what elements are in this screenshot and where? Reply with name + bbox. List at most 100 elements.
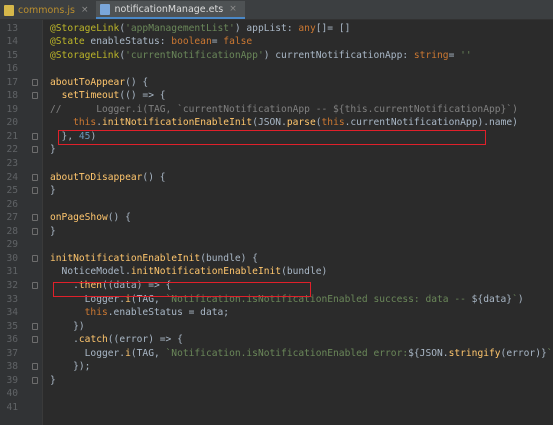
code-text: @State enableStatus: boolean= false [50,35,252,49]
code-token: . [50,279,79,291]
code-token: (error)} [500,347,547,359]
line-number: 38 [6,361,18,373]
code-token: onPageShow [50,212,108,224]
code-editor[interactable]: 13 @StorageLink('appManagementList') appL… [0,20,553,425]
code-text: .catch((error) => { [50,333,183,347]
code-token: setTimeout [61,90,120,102]
fold-marker-icon[interactable] [32,322,38,330]
fold-marker-icon[interactable] [32,376,38,384]
code-token: parse [286,117,316,129]
editor-tab-bar: commons.js × notificationManage.ets × [0,0,553,20]
code-token: .enableStatus = data; [107,307,230,319]
code-token: @StorageLink [50,22,120,34]
code-token: (TAG, [130,293,166,305]
code-token: initNotificationEnableInit [102,117,253,129]
code-token: string [413,49,449,61]
code-line: 29 [0,238,553,252]
line-number: 13 [6,22,18,34]
code-token: initNotificationEnableInit [130,266,282,278]
line-number: 25 [6,185,18,197]
tab-commons-js[interactable]: commons.js × [0,1,96,19]
code-token: enableStatus: [84,36,172,48]
tab-notification-manage[interactable]: notificationManage.ets × [96,1,245,19]
code-token: // Logger.i(TAG, `currentNotificationApp… [50,103,518,115]
code-token: NoticeModel. [50,266,131,278]
line-number: 30 [6,252,18,264]
code-line: 16 [0,62,553,76]
code-line: 26 [0,198,553,212]
code-token: () { [107,212,131,224]
code-token: = [448,49,461,61]
code-token: } [50,185,56,197]
line-number: 28 [6,225,18,237]
code-token: stringify [448,347,501,359]
fold-marker-icon[interactable] [32,92,38,100]
code-text: Logger.i(TAG, `Notification.isNotificati… [50,293,524,307]
code-line: 23 [0,157,553,171]
code-text: this.initNotificationEnableInit(JSON.par… [50,116,518,130]
code-token: Logger. [50,293,126,305]
close-icon[interactable]: × [81,5,89,15]
line-number: 32 [6,279,18,291]
code-token: this [84,307,108,319]
code-line: 21 }, 45) [0,130,553,144]
line-number: 22 [6,144,18,156]
code-token: this [73,117,97,129]
code-token: `Notification.isNotificationEnabled succ… [165,293,472,305]
line-number: 27 [6,212,18,224]
code-token: ${data} [471,293,513,305]
code-line: 31 NoticeModel.initNotificationEnableIni… [0,265,553,279]
fold-marker-icon[interactable] [32,281,38,289]
fold-marker-icon[interactable] [32,187,38,195]
code-token: } [50,225,56,237]
code-token: ((data) => { [102,279,172,291]
close-icon[interactable]: × [229,4,237,14]
fold-marker-icon[interactable] [32,173,38,181]
code-text: }); [50,360,90,374]
line-number: 37 [6,347,18,359]
code-line: 14 @State enableStatus: boolean= false [0,35,553,49]
code-token: initNotificationEnableInit [50,252,201,264]
code-token: aboutToDisappear [50,171,143,183]
fold-marker-icon[interactable] [32,146,38,154]
code-token: (bundle) [281,266,328,278]
line-number: 35 [6,320,18,332]
code-token: Logger. [50,347,126,359]
fold-marker-icon[interactable] [32,78,38,86]
line-number: 36 [6,334,18,346]
code-token: }, [50,130,79,142]
code-line: 20 this.initNotificationEnableInit(JSON.… [0,116,553,130]
code-token: (TAG, [130,347,166,359]
code-line: 30 initNotificationEnableInit(bundle) { [0,252,553,266]
code-text: } [50,374,56,388]
code-token: @State [50,36,85,48]
code-token: aboutToAppear [50,76,126,88]
code-text: } [50,143,56,157]
tab-label: notificationManage.ets [114,3,224,15]
code-token: ${JSON. [408,347,449,359]
fold-marker-icon[interactable] [32,227,38,235]
code-token: (bundle) { [200,252,258,264]
code-line: 27 onPageShow() { [0,211,553,225]
tab-label: commons.js [18,4,75,16]
fold-marker-icon[interactable] [32,254,38,262]
code-token: 45 [78,130,91,142]
code-text: @StorageLink('appManagementList') appLis… [50,22,350,36]
code-text: aboutToAppear() { [50,76,148,90]
code-token: (JSON. [252,117,287,129]
code-text: this.enableStatus = data; [50,306,229,320]
code-token: catch [78,334,108,346]
code-text: aboutToDisappear() { [50,171,166,185]
fold-marker-icon[interactable] [32,336,38,344]
code-line: 18 setTimeout(() => { [0,89,553,103]
code-text: initNotificationEnableInit(bundle) { [50,252,258,266]
code-token: any [298,22,316,34]
code-token: ) [517,293,524,305]
fold-marker-icon[interactable] [32,363,38,371]
fold-marker-icon[interactable] [32,132,38,140]
fold-marker-icon[interactable] [32,214,38,222]
code-token: () { [125,76,149,88]
